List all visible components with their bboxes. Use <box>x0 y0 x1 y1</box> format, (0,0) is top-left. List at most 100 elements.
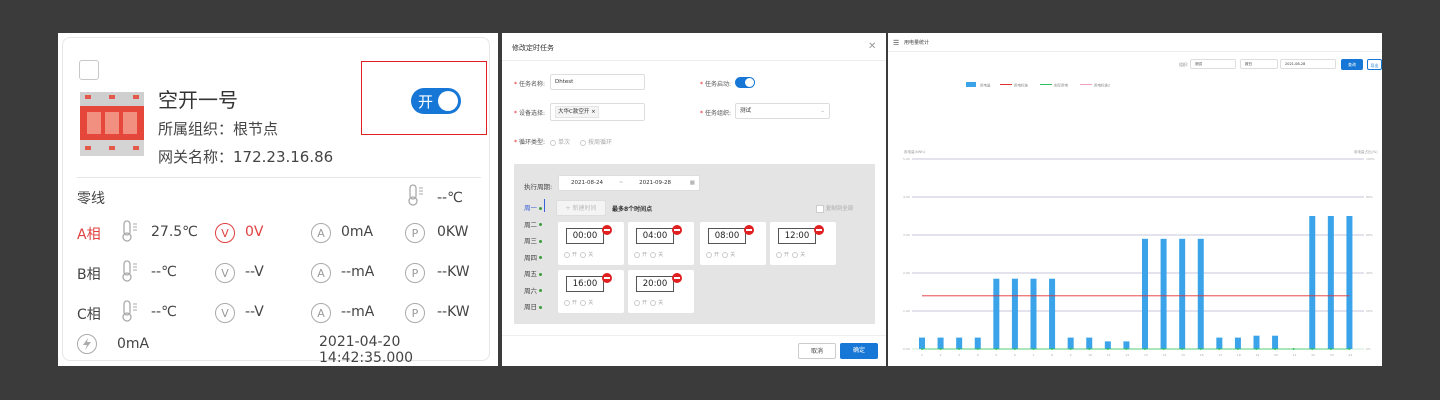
time-input[interactable]: 00:00 <box>566 228 604 244</box>
date-picker[interactable]: 2021-08-28 <box>1280 59 1336 69</box>
power-chart: 用电量 用电标准 实际用电 用电标准2 用电量(kWh) 用电量占比(%) 0.00 0% 1.… <box>903 82 1378 357</box>
panel-title: 用电量统计 <box>904 40 930 46</box>
bar <box>1234 337 1241 349</box>
right-axis-title: 用电量占比(%) <box>1354 149 1378 154</box>
day-item[interactable]: 周日 <box>524 301 542 311</box>
voltage-icon: V <box>215 263 235 283</box>
delete-icon[interactable] <box>602 225 612 235</box>
x-tick-label: 8 <box>1051 353 1053 357</box>
on-off-radios[interactable]: 开 关 <box>776 251 805 258</box>
x-tick-label: 15 <box>1181 353 1185 357</box>
leak-current: 0mA <box>117 336 150 352</box>
calendar-icon: ▦ <box>689 180 695 186</box>
on-off-radios[interactable]: 开 关 <box>564 251 593 258</box>
x-tick-label: 20 <box>1274 353 1278 357</box>
delete-icon[interactable] <box>672 225 682 235</box>
on-off-radios[interactable]: 开 关 <box>634 299 663 306</box>
thermometer-icon <box>122 220 137 242</box>
day-item[interactable]: 周三 <box>524 235 542 245</box>
delete-icon[interactable] <box>814 225 824 235</box>
x-tick-label: 23 <box>1330 353 1334 357</box>
day-item[interactable]: 周二 <box>524 219 542 229</box>
time-input[interactable]: 16:00 <box>566 276 604 292</box>
footer-divider <box>502 335 886 336</box>
x-tick-label: 24 <box>1348 353 1352 357</box>
bar <box>1160 238 1167 349</box>
legend-label: 实际用电 <box>1054 83 1069 88</box>
y-tick-label: 3.00 <box>903 233 910 237</box>
cycle-weekly-radio[interactable]: 按周循环 <box>580 137 612 146</box>
cancel-button[interactable]: 取消 <box>798 343 836 359</box>
x-tick-label: 9 <box>1070 353 1072 357</box>
bar <box>1067 337 1074 349</box>
bar <box>1272 335 1279 349</box>
task-org-select[interactable]: 测试 ⌄ <box>735 103 830 119</box>
x-tick-label: 7 <box>1033 353 1035 357</box>
time-card: 08:00 开 关 <box>700 222 766 265</box>
time-input[interactable]: 08:00 <box>708 228 746 244</box>
bar <box>1030 278 1037 349</box>
legend-label: 用电量 <box>980 83 991 88</box>
device-tag: 大华C款空开 <box>558 109 590 115</box>
x-tick-label: 1 <box>921 353 923 357</box>
select-checkbox[interactable] <box>79 60 99 80</box>
delete-icon[interactable] <box>602 273 612 283</box>
phase-label: A相 <box>77 227 101 243</box>
period-select[interactable]: 按日 <box>1240 59 1278 69</box>
device-name: 空开一号 <box>158 88 238 112</box>
time-card: 04:00 开 关 <box>628 222 694 265</box>
phase-voltage: --V <box>245 264 264 280</box>
phase-label: C相 <box>77 307 101 323</box>
query-button[interactable]: 查询 <box>1341 59 1363 70</box>
task-enable-toggle[interactable] <box>735 77 755 88</box>
bar <box>937 337 944 349</box>
x-tick-label: 5 <box>995 353 997 357</box>
bar <box>1327 216 1334 349</box>
chevron-down-icon: ⌄ <box>820 108 825 114</box>
ok-button[interactable]: 确定 <box>840 343 878 359</box>
on-off-radios[interactable]: 开 关 <box>634 251 663 258</box>
bar <box>1104 341 1111 349</box>
task-name-input[interactable]: Dhtest <box>550 74 645 90</box>
copy-all-checkbox[interactable]: 复制到全部 <box>816 204 853 213</box>
edit-task-dialog: 修改定时任务 ✕ * 任务名称: Dhtest * 任务启动: * 设备选择: 大华C… <box>502 33 886 366</box>
x-tick-label: 3 <box>958 353 960 357</box>
bar <box>974 337 981 349</box>
on-off-radios[interactable]: 开 关 <box>564 299 593 306</box>
day-item[interactable]: 周六 <box>524 285 542 295</box>
bar <box>1179 238 1186 349</box>
close-icon[interactable]: ✕ <box>868 41 876 52</box>
power-toggle[interactable]: 开 <box>411 88 461 114</box>
phase-power: --KW <box>437 304 470 320</box>
time-input[interactable]: 04:00 <box>636 228 674 244</box>
time-input[interactable]: 20:00 <box>636 276 674 292</box>
cycle-once-radio[interactable]: 单次 <box>550 137 570 146</box>
tag-close-icon[interactable]: × <box>591 109 596 115</box>
device-gateway: 网关名称：172.23.16.86 <box>158 148 334 166</box>
cycle-type-label: 循环类型: <box>519 139 546 146</box>
voltage-icon: V <box>215 223 235 243</box>
x-tick-label: 19 <box>1256 353 1260 357</box>
phase-label: B相 <box>77 267 101 283</box>
add-time-button[interactable]: + 新建时间 <box>556 200 606 216</box>
current-icon: A <box>311 223 331 243</box>
date-range-picker[interactable]: 2021-08-24 ~ 2021-09-28 ▦ <box>558 175 700 191</box>
day-item[interactable]: 周四 <box>524 252 542 262</box>
time-card: 00:00 开 关 <box>558 222 624 265</box>
title-divider <box>888 51 1382 52</box>
power-chart-panel: ☰ 用电量统计 组织: 测试 按日 2021-08-28 查询 导出 用电量 用电… <box>888 33 1382 366</box>
delete-icon[interactable] <box>744 225 754 235</box>
device-select-label: 设备选择: <box>519 110 546 117</box>
day-item[interactable]: 周五 <box>524 268 542 278</box>
x-tick-label: 14 <box>1163 353 1167 357</box>
dialog-title: 修改定时任务 <box>512 44 554 52</box>
day-item[interactable]: 周一 <box>524 202 542 212</box>
menu-icon[interactable]: ☰ <box>893 39 899 47</box>
export-button[interactable]: 导出 <box>1367 59 1382 70</box>
device-select[interactable]: 大华C款空开 × <box>550 103 645 121</box>
lightning-icon <box>77 334 97 354</box>
delete-icon[interactable] <box>672 273 682 283</box>
on-off-radios[interactable]: 开 关 <box>706 251 735 258</box>
org-filter[interactable]: 测试 <box>1190 59 1236 69</box>
time-input[interactable]: 12:00 <box>778 228 816 244</box>
